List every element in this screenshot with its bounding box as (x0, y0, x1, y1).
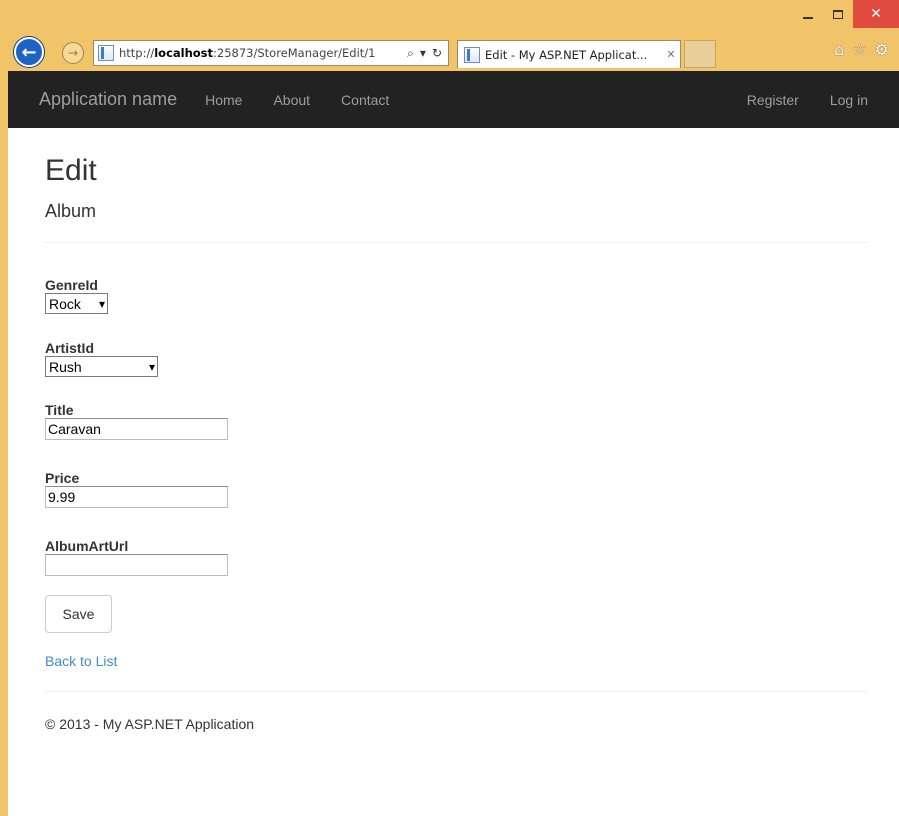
title-label: Title (45, 402, 74, 418)
page-subtitle: Album (45, 201, 97, 221)
browser-chrome: ✕ ← → http://localhost:25873/StoreManage… (0, 0, 899, 71)
browser-toolbar-icons: ⌂ ☆ ⚙ (834, 40, 889, 59)
genre-value: Rock (49, 295, 81, 312)
album-art-url-label: AlbumArtUrl (45, 538, 129, 554)
search-icon[interactable]: ⌕ (407, 46, 414, 61)
tab-title: Edit - My ASP.NET Applicat... (485, 47, 648, 62)
back-button[interactable]: ← (14, 37, 44, 67)
browser-nav-row: ← → http://localhost:25873/StoreManager/… (0, 34, 899, 70)
artist-select[interactable]: Rush ▾ (45, 356, 158, 377)
home-icon[interactable]: ⌂ (834, 40, 844, 59)
browser-tab[interactable]: Edit - My ASP.NET Applicat... ✕ (457, 40, 681, 68)
title-input[interactable]: Caravan (45, 418, 228, 440)
address-url[interactable]: http://localhost:25873/StoreManager/Edit… (119, 46, 401, 60)
url-path: :25873/StoreManager/Edit/1 (213, 46, 376, 60)
close-icon: ✕ (870, 6, 882, 22)
new-tab-button[interactable] (684, 40, 716, 68)
maximize-icon (833, 9, 843, 19)
page-icon (98, 45, 114, 61)
genre-field: GenreId Rock ▾ (45, 277, 867, 314)
nav-link-login[interactable]: Log in (830, 92, 868, 108)
price-label: Price (45, 470, 80, 486)
title-field: Title Caravan (45, 402, 867, 440)
save-button[interactable]: Save (45, 595, 112, 633)
star-icon[interactable]: ☆ (852, 40, 866, 59)
window-controls: ✕ (793, 0, 899, 30)
artist-label: ArtistId (45, 340, 94, 356)
navbar-brand[interactable]: Application name (39, 89, 177, 110)
tab-close-icon[interactable]: ✕ (662, 48, 680, 61)
page-viewport: Application name Home About Contact Regi… (8, 71, 899, 816)
artist-value: Rush (49, 358, 82, 375)
genre-label: GenreId (45, 277, 98, 293)
form-actions: Save (45, 595, 867, 633)
divider (45, 242, 867, 243)
back-arrow-icon: ← (21, 41, 37, 63)
minimize-button[interactable] (793, 0, 823, 28)
address-tools: ⌕ ▾ ↻ (401, 46, 448, 61)
back-link-row: Back to List (45, 653, 867, 671)
gear-icon[interactable]: ⚙ (875, 40, 889, 59)
tab-page-icon (464, 46, 480, 63)
price-input[interactable]: 9.99 (45, 486, 228, 508)
minimize-icon (803, 17, 813, 19)
dropdown-icon[interactable]: ▾ (420, 46, 426, 60)
album-art-url-input[interactable] (45, 554, 228, 576)
address-bar[interactable]: http://localhost:25873/StoreManager/Edit… (93, 40, 449, 66)
footer-text: © 2013 - My ASP.NET Application (45, 716, 255, 732)
chevron-down-icon: ▾ (148, 359, 155, 374)
artist-field: ArtistId Rush ▾ (45, 340, 867, 377)
nav-link-register[interactable]: Register (747, 92, 799, 108)
nav-link-about[interactable]: About (273, 92, 310, 108)
album-art-url-field: AlbumArtUrl (45, 538, 867, 576)
url-host: localhost (154, 46, 214, 60)
nav-link-home[interactable]: Home (205, 92, 242, 108)
url-prefix: http:// (119, 46, 155, 60)
body-content: Edit Album GenreId Rock ▾ ArtistId Rush … (8, 154, 899, 732)
navbar-right: Register Log in (747, 92, 868, 108)
maximize-button[interactable] (823, 0, 853, 28)
genre-select[interactable]: Rock ▾ (45, 293, 108, 314)
footer-divider (45, 691, 867, 692)
page-title: Edit (45, 154, 97, 187)
chevron-down-icon: ▾ (98, 296, 105, 311)
site-navbar: Application name Home About Contact Regi… (8, 71, 899, 128)
price-field: Price 9.99 (45, 470, 867, 508)
refresh-icon[interactable]: ↻ (432, 46, 442, 60)
forward-button[interactable]: → (62, 42, 84, 64)
back-to-list-link[interactable]: Back to List (45, 653, 117, 669)
forward-arrow-icon: → (67, 46, 79, 60)
nav-link-contact[interactable]: Contact (341, 92, 389, 108)
close-window-button[interactable]: ✕ (853, 0, 899, 28)
